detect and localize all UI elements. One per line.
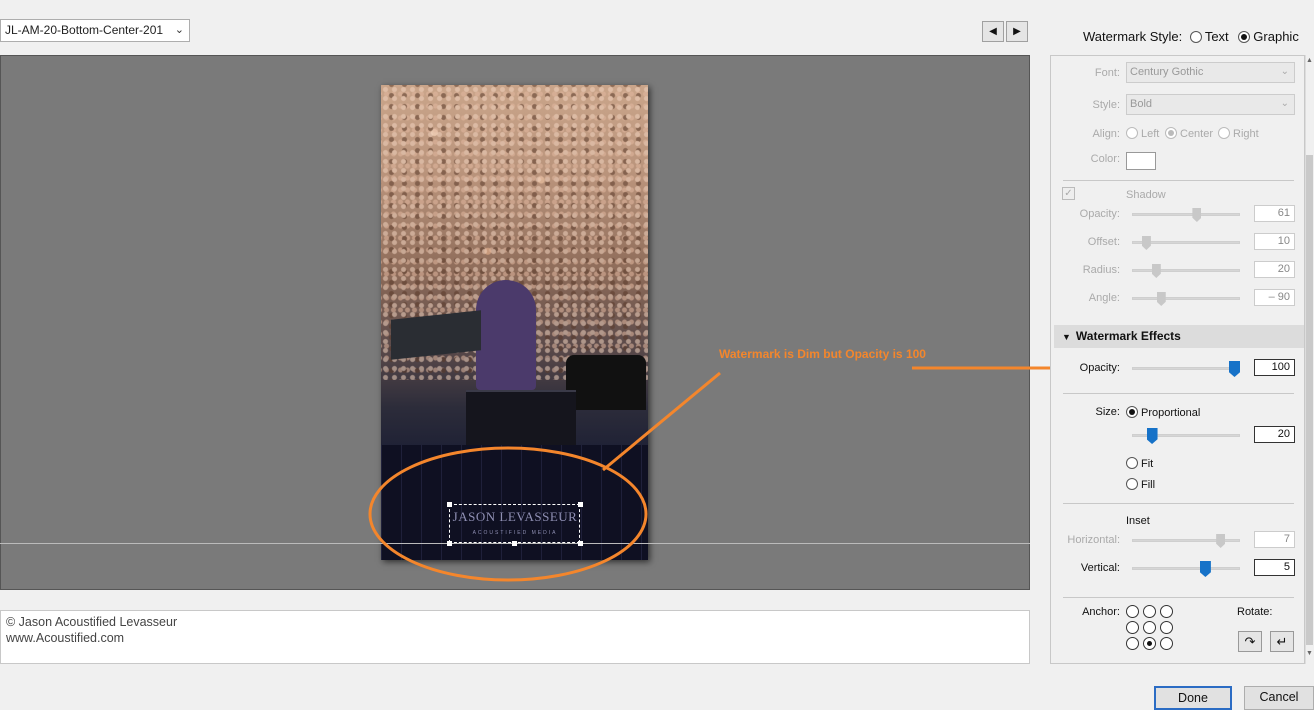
anchor-center[interactable] — [1143, 621, 1156, 634]
anchor-top-left[interactable] — [1126, 605, 1139, 618]
done-button[interactable]: Done — [1154, 686, 1232, 710]
chevron-down-icon: ⌄ — [1280, 98, 1289, 109]
caption-line-2: www.Acoustified.com — [6, 631, 125, 645]
shadow-radius-label: Radius: — [1082, 264, 1120, 276]
rotate-clockwise-icon: ↷ — [1244, 634, 1256, 649]
align-radio-left[interactable]: Left — [1126, 127, 1159, 140]
watermark-style-row: Watermark Style: Text Graphic — [1083, 29, 1299, 44]
anchor-top-center[interactable] — [1143, 605, 1156, 618]
scroll-up-icon[interactable]: ▲ — [1305, 57, 1314, 64]
anchor-label: Anchor: — [1082, 606, 1120, 618]
align-label: Align: — [1092, 128, 1120, 140]
style-radio-graphic[interactable]: Graphic — [1238, 29, 1299, 44]
size-radio-proportional[interactable]: Proportional — [1126, 406, 1200, 419]
anchor-bottom-center[interactable] — [1143, 637, 1156, 650]
shadow-checkbox[interactable]: ✓ — [1062, 187, 1075, 200]
shadow-offset-input[interactable]: 10 — [1254, 233, 1295, 250]
shadow-offset-label: Offset: — [1087, 236, 1120, 248]
anchor-top-right[interactable] — [1160, 605, 1173, 618]
annotation-text: Watermark is Dim but Opacity is 100 — [719, 347, 926, 361]
rotate-clockwise-button[interactable]: ↷ — [1238, 631, 1262, 652]
shadow-radius-input[interactable]: 20 — [1254, 261, 1295, 278]
size-radio-fill[interactable]: Fill — [1126, 478, 1155, 491]
anchor-bottom-right[interactable] — [1160, 637, 1173, 650]
font-label: Font: — [1094, 67, 1120, 79]
divider — [1063, 597, 1294, 598]
anchor-middle-right[interactable] — [1160, 621, 1173, 634]
scroll-thumb[interactable] — [1306, 155, 1313, 645]
shadow-angle-label: Angle: — [1088, 292, 1120, 304]
style-dropdown[interactable]: Bold ⌄ — [1126, 94, 1295, 115]
rotate-counterclockwise-icon: ↵ — [1276, 634, 1288, 649]
shadow-label: Shadow — [1126, 189, 1166, 201]
color-label: Color: — [1090, 153, 1120, 165]
divider — [1063, 180, 1294, 181]
caption-text-area[interactable]: © Jason Acoustified Levasseur www.Acoust… — [0, 610, 1030, 664]
cancel-button[interactable]: Cancel — [1244, 686, 1314, 710]
effects-opacity-label: Opacity: — [1079, 362, 1120, 374]
vertical-slider[interactable] — [1132, 567, 1240, 570]
font-dropdown[interactable]: Century Gothic ⌄ — [1126, 62, 1295, 83]
caption-line-1: © Jason Acoustified Levasseur — [6, 615, 178, 629]
divider — [1063, 503, 1294, 504]
size-label: Size: — [1095, 406, 1120, 418]
rotate-counterclockwise-button[interactable]: ↵ — [1270, 631, 1294, 652]
shadow-radius-slider[interactable] — [1132, 269, 1240, 272]
anchor-middle-left[interactable] — [1126, 621, 1139, 634]
triangle-down-icon: ▼ — [1062, 332, 1071, 342]
shadow-opacity-label: Opacity: — [1079, 208, 1120, 220]
style-radio-text[interactable]: Text — [1189, 29, 1229, 44]
effects-opacity-slider[interactable] — [1132, 367, 1240, 370]
vertical-label: Vertical: — [1080, 562, 1120, 574]
align-radio-center[interactable]: Center — [1165, 127, 1213, 140]
style-label: Style: — [1092, 99, 1120, 111]
shadow-angle-slider[interactable] — [1132, 297, 1240, 300]
divider — [1063, 393, 1294, 394]
watermark-style-label: Watermark Style: — [1083, 29, 1183, 44]
size-input[interactable]: 20 — [1254, 426, 1295, 443]
vertical-input[interactable]: 5 — [1254, 559, 1295, 576]
watermark-effects-header[interactable]: ▼ Watermark Effects — [1054, 325, 1304, 348]
color-swatch[interactable] — [1126, 152, 1156, 170]
align-radio-right[interactable]: Right — [1218, 127, 1259, 140]
horizontal-label: Horizontal: — [1067, 534, 1120, 546]
chevron-down-icon: ⌄ — [1280, 66, 1289, 77]
rotate-label: Rotate: — [1237, 606, 1273, 618]
size-radio-fit[interactable]: Fit — [1126, 457, 1153, 470]
inset-label: Inset — [1126, 515, 1150, 527]
anchor-bottom-left[interactable] — [1126, 637, 1139, 650]
annotation-pointer-line — [602, 371, 721, 472]
horizontal-input[interactable]: 7 — [1254, 531, 1295, 548]
shadow-angle-input[interactable]: – 90 — [1254, 289, 1295, 306]
shadow-opacity-slider[interactable] — [1132, 213, 1240, 216]
scroll-down-icon[interactable]: ▼ — [1305, 650, 1314, 657]
shadow-opacity-input[interactable]: 61 — [1254, 205, 1295, 222]
effects-opacity-input[interactable]: 100 — [1254, 359, 1295, 376]
